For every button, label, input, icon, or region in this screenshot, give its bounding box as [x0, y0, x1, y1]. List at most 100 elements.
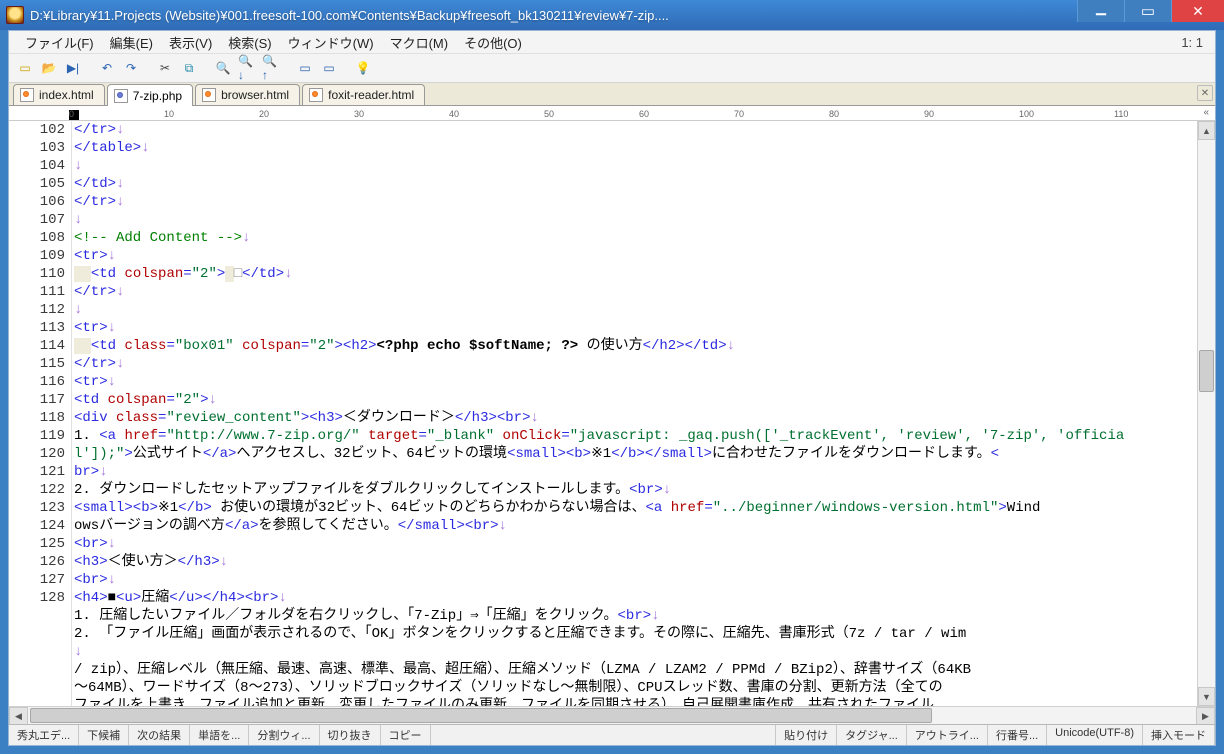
- code-line[interactable]: owsバージョンの調べ方</a>を参照してください。</small><br>↓: [74, 517, 1197, 535]
- status-copy[interactable]: コピー: [381, 725, 431, 745]
- menu-view[interactable]: 表示(V): [161, 33, 220, 52]
- menu-other[interactable]: その他(O): [456, 33, 530, 52]
- vertical-scrollbar[interactable]: ▲ ▼: [1197, 121, 1215, 706]
- tab-7zip-php[interactable]: 7-zip.php: [107, 84, 193, 106]
- code-line[interactable]: </td>↓: [74, 175, 1197, 193]
- scroll-up-icon[interactable]: ▲: [1198, 121, 1215, 140]
- code-line[interactable]: <td colspan="2"> □</td>↓: [74, 265, 1197, 283]
- status-linenum[interactable]: 行番号...: [988, 725, 1047, 745]
- menu-file[interactable]: ファイル(F): [17, 33, 102, 52]
- tab-browser-html[interactable]: browser.html: [195, 84, 300, 105]
- code-line[interactable]: / zip）、圧縮レベル（無圧縮、最速、高速、標準、最高、超圧縮）、圧縮メソッド…: [74, 661, 1197, 679]
- status-appname[interactable]: 秀丸エデ...: [9, 725, 79, 745]
- code-line[interactable]: <h4>■<u>圧縮</u></h4><br>↓: [74, 589, 1197, 607]
- code-area[interactable]: </tr>↓</table>↓↓</td>↓</tr>↓↓<!-- Add Co…: [72, 121, 1197, 706]
- ruler-label: 10: [164, 109, 174, 119]
- code-line[interactable]: </table>↓: [74, 139, 1197, 157]
- line-number: 114: [9, 337, 65, 355]
- code-line[interactable]: ↓: [74, 301, 1197, 319]
- code-line[interactable]: 1. 圧縮したいファイル／フォルダを右クリックし、「7-Zip」⇒「圧縮」をクリ…: [74, 607, 1197, 625]
- code-line[interactable]: ファイルを上書き、ファイル追加と更新、変更したファイルのみ更新、ファイルを同期さ…: [74, 697, 1197, 706]
- line-number: 102: [9, 121, 65, 139]
- tab-foxit-reader-html[interactable]: foxit-reader.html: [302, 84, 425, 105]
- status-insertmode[interactable]: 挿入モード: [1143, 725, 1215, 745]
- scroll-thumb-h[interactable]: [30, 708, 932, 723]
- help-icon[interactable]: 💡: [353, 58, 373, 78]
- ruler-label: 20: [259, 109, 269, 119]
- code-line[interactable]: 1. <a href="http://www.7-zip.org/" targe…: [74, 427, 1197, 445]
- code-line[interactable]: <tr>↓: [74, 247, 1197, 265]
- code-line[interactable]: 2. 「ファイル圧縮」画面が表示されるので、「OK」ボタンをクリックすると圧縮で…: [74, 625, 1197, 643]
- redo-icon[interactable]: ↷: [121, 58, 141, 78]
- minimize-button[interactable]: [1077, 0, 1124, 22]
- app-icon: [6, 6, 24, 24]
- maximize-button[interactable]: [1124, 0, 1171, 22]
- tab-index-html[interactable]: index.html: [13, 84, 105, 105]
- menu-macro[interactable]: マクロ(M): [382, 33, 457, 52]
- code-line[interactable]: <h3>＜使い方＞</h3>↓: [74, 553, 1197, 571]
- find-icon[interactable]: 🔍: [213, 58, 233, 78]
- code-line[interactable]: <td colspan="2">↓: [74, 391, 1197, 409]
- code-line[interactable]: 2. ダウンロードしたセットアップファイルをダブルクリックしてインストールします…: [74, 481, 1197, 499]
- code-line[interactable]: ↓: [74, 211, 1197, 229]
- bookmark-icon[interactable]: ▭: [295, 58, 315, 78]
- find-prev-icon[interactable]: 🔍↑: [261, 58, 281, 78]
- code-line[interactable]: ↓: [74, 157, 1197, 175]
- ruler-label: 80: [829, 109, 839, 119]
- status-cut[interactable]: 切り抜き: [320, 725, 381, 745]
- status-outline[interactable]: アウトライ...: [907, 725, 988, 745]
- code-line[interactable]: </tr>↓: [74, 283, 1197, 301]
- status-word[interactable]: 単語を...: [190, 725, 249, 745]
- code-line[interactable]: <br>↓: [74, 571, 1197, 589]
- horizontal-scrollbar[interactable]: ◀ ▶: [9, 706, 1215, 724]
- undo-icon[interactable]: ↶: [97, 58, 117, 78]
- code-line[interactable]: br>↓: [74, 463, 1197, 481]
- close-button[interactable]: [1171, 0, 1224, 22]
- code-line[interactable]: </tr>↓: [74, 121, 1197, 139]
- status-next-result[interactable]: 次の結果: [129, 725, 190, 745]
- scroll-thumb[interactable]: [1199, 350, 1214, 392]
- ruler-end-marker: «: [1203, 107, 1209, 118]
- tab-label: index.html: [39, 88, 94, 102]
- code-line[interactable]: l']);">公式サイト</a>へアクセスし、32ビット、64ビットの環境<sm…: [74, 445, 1197, 463]
- menu-window[interactable]: ウィンドウ(W): [280, 33, 382, 52]
- ruler-label: 60: [639, 109, 649, 119]
- menu-search[interactable]: 検索(S): [220, 33, 279, 52]
- code-line[interactable]: <!-- Add Content -->↓: [74, 229, 1197, 247]
- code-line[interactable]: <div class="review_content"><h3>＜ダウンロード＞…: [74, 409, 1197, 427]
- code-line[interactable]: <td class="box01" colspan="2"><h2><?php …: [74, 337, 1197, 355]
- find-next-icon[interactable]: 🔍↓: [237, 58, 257, 78]
- code-line[interactable]: ～64MB）、ワードサイズ（8～273）、ソリッドブロックサイズ（ソリッドなし～…: [74, 679, 1197, 697]
- editor[interactable]: 1021031041051061071081091101111121131141…: [9, 121, 1215, 706]
- save-icon[interactable]: ▶|: [63, 58, 83, 78]
- line-number: 105: [9, 175, 65, 193]
- line-number: 124: [9, 517, 65, 535]
- status-encoding[interactable]: Unicode(UTF-8): [1047, 725, 1143, 745]
- code-line[interactable]: <tr>↓: [74, 319, 1197, 337]
- status-split[interactable]: 分割ウィ...: [249, 725, 319, 745]
- new-file-icon[interactable]: ▭: [15, 58, 35, 78]
- window-list-icon[interactable]: ▭: [319, 58, 339, 78]
- copy-icon[interactable]: ⧉: [179, 58, 199, 78]
- status-paste[interactable]: 貼り付け: [776, 725, 837, 745]
- status-candidate[interactable]: 下候補: [79, 725, 129, 745]
- cut-icon[interactable]: ✂: [155, 58, 175, 78]
- ruler-label: 0: [69, 109, 74, 119]
- line-number: 111: [9, 283, 65, 301]
- code-line[interactable]: <small><b>※1</b> お使いの環境が32ビット、64ビットのどちらか…: [74, 499, 1197, 517]
- line-number: 108: [9, 229, 65, 247]
- line-number: 110: [9, 265, 65, 283]
- code-line[interactable]: ↓: [74, 643, 1197, 661]
- html-file-icon: [202, 88, 216, 102]
- scroll-down-icon[interactable]: ▼: [1198, 687, 1215, 706]
- code-line[interactable]: <br>↓: [74, 535, 1197, 553]
- html-file-icon: [20, 88, 34, 102]
- status-tagjump[interactable]: タグジャ...: [837, 725, 907, 745]
- code-line[interactable]: </tr>↓: [74, 355, 1197, 373]
- code-line[interactable]: </tr>↓: [74, 193, 1197, 211]
- code-line[interactable]: <tr>↓: [74, 373, 1197, 391]
- tabbar-close-icon[interactable]: ✕: [1197, 85, 1213, 101]
- line-number: 128: [9, 589, 65, 607]
- open-file-icon[interactable]: 📂: [39, 58, 59, 78]
- menu-edit[interactable]: 編集(E): [102, 33, 161, 52]
